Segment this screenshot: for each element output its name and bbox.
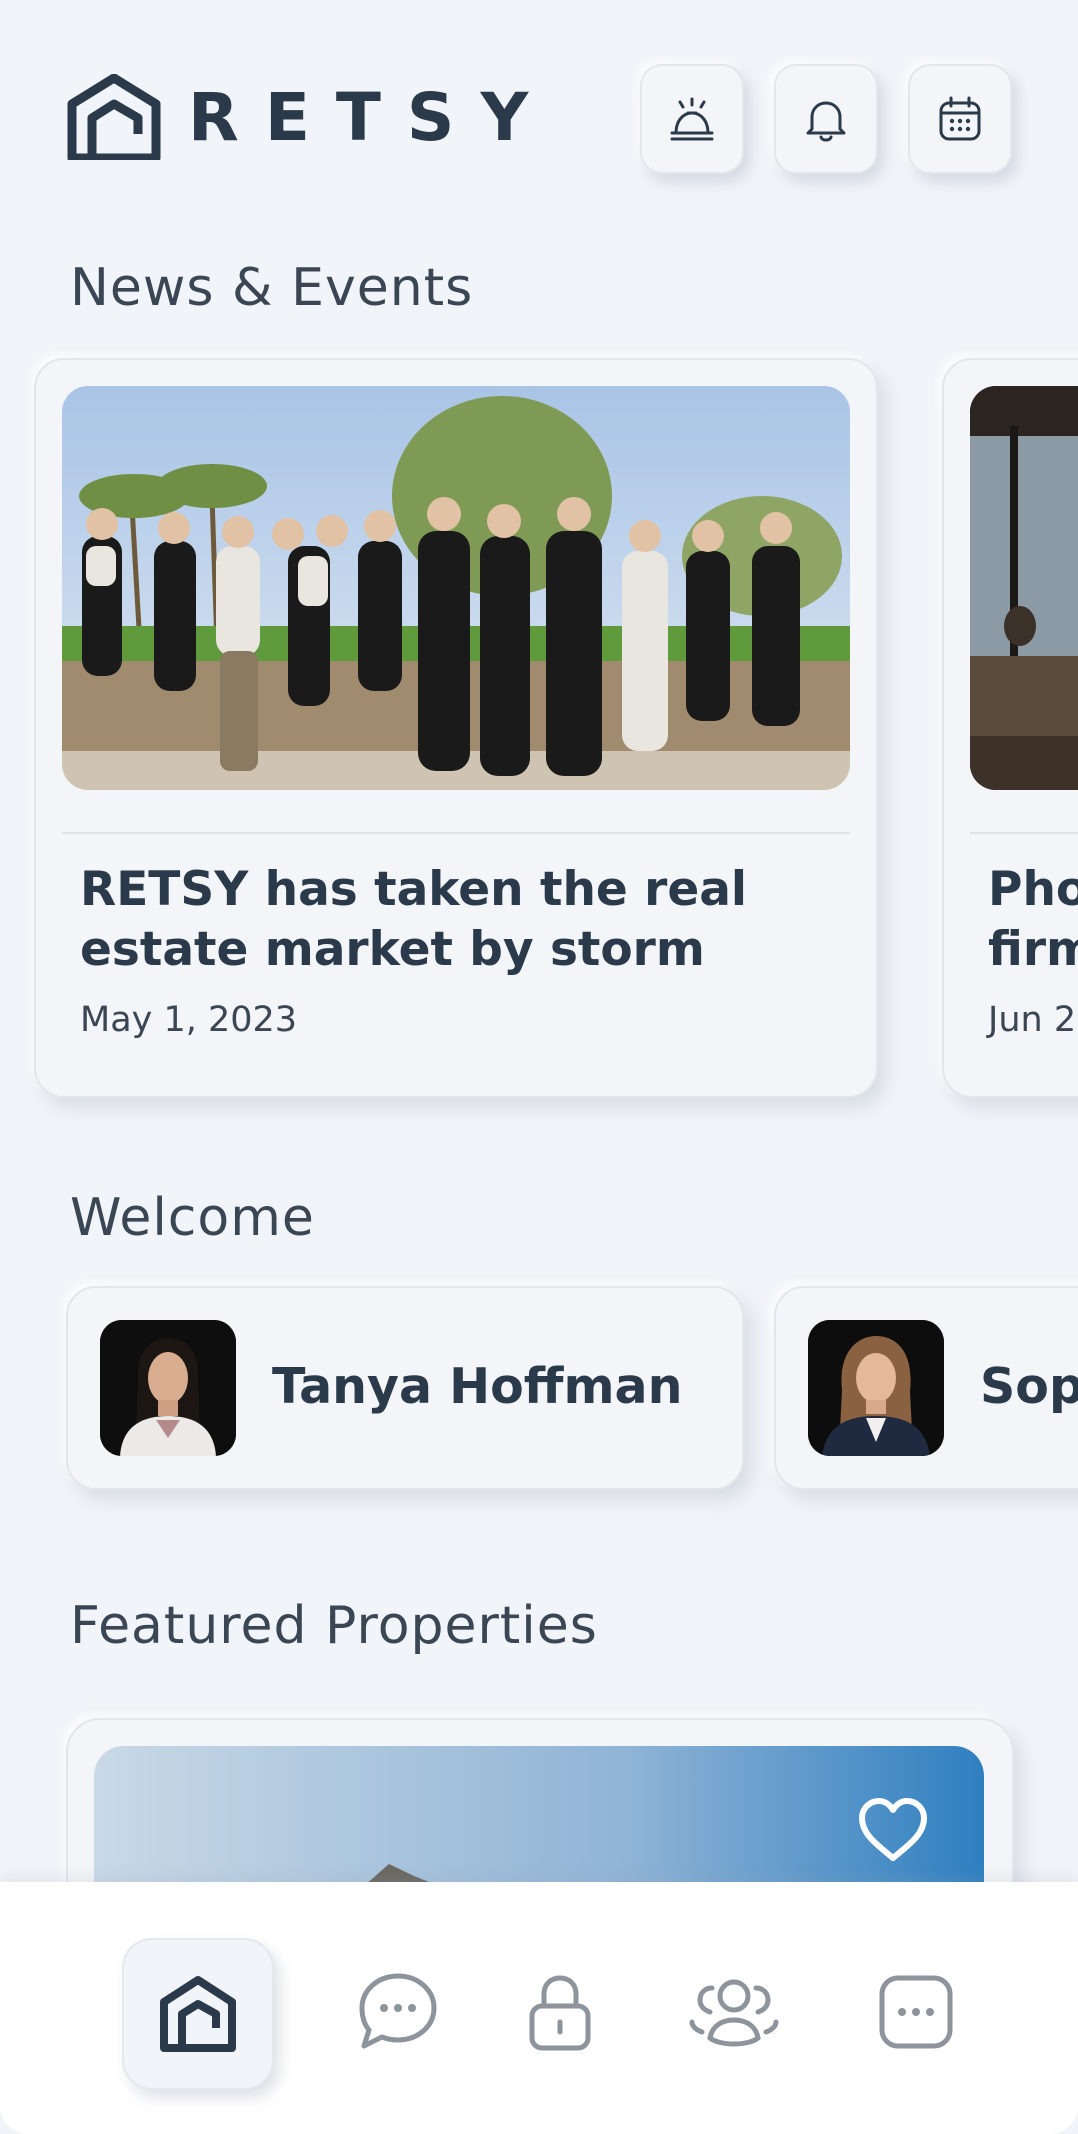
home-icon	[160, 1976, 236, 2052]
service-bell-icon	[670, 97, 714, 141]
news-card-date: May 1, 2023	[80, 1000, 298, 1040]
interior-photo-icon	[970, 386, 1078, 790]
favorite-heart-icon[interactable]	[856, 1796, 930, 1866]
news-card-divider	[970, 832, 1078, 834]
concierge-button[interactable]	[640, 64, 744, 174]
nav-home[interactable]	[122, 1938, 274, 2090]
news-card[interactable]: RETSY has taken the real estate market b…	[34, 358, 878, 1098]
bell-icon	[806, 101, 846, 142]
bottom-navigation-bar	[0, 1882, 1078, 2134]
welcome-person-name: Tanya Hoffman	[272, 1358, 683, 1415]
news-card-divider	[62, 832, 850, 834]
brand-logo[interactable]: RETSY	[66, 74, 554, 160]
team-photo-icon	[62, 386, 850, 790]
notifications-button[interactable]	[774, 64, 878, 174]
nav-chat[interactable]	[324, 1938, 472, 2086]
avatar	[808, 1320, 944, 1456]
people-icon	[689, 1979, 779, 2047]
calendar-button[interactable]	[908, 64, 1012, 174]
nav-lock[interactable]	[486, 1938, 634, 2086]
welcome-card[interactable]: Tanya Hoffman	[66, 1286, 744, 1490]
welcome-section-title: Welcome	[70, 1188, 315, 1248]
news-image	[62, 386, 850, 790]
more-icon	[879, 1975, 953, 2049]
brand-name: RETSY	[188, 78, 555, 156]
nav-more[interactable]	[842, 1938, 990, 2086]
avatar	[100, 1320, 236, 1456]
news-card-title: RETSY has taken the real estate market b…	[80, 862, 748, 977]
person-portrait-icon	[100, 1320, 236, 1456]
featured-section-title: Featured Properties	[70, 1596, 598, 1656]
welcome-card[interactable]: Sop	[774, 1286, 1078, 1490]
calendar-icon	[939, 96, 981, 141]
welcome-person-name: Sop	[980, 1358, 1078, 1415]
news-card-title: Pho firm	[988, 862, 1078, 977]
news-image	[970, 386, 1078, 790]
nav-people[interactable]	[660, 1938, 808, 2086]
lock-icon	[529, 1975, 591, 2051]
chat-icon	[359, 1973, 437, 2049]
news-card[interactable]: Pho firm Jun 2	[942, 358, 1078, 1098]
house-logo-icon	[67, 74, 161, 160]
news-section-title: News & Events	[70, 258, 474, 318]
person-portrait-icon	[808, 1320, 944, 1456]
app-screen: RETSY News & Events RETSY has taken the …	[0, 0, 1078, 2134]
news-card-date: Jun 2	[988, 1000, 1077, 1040]
